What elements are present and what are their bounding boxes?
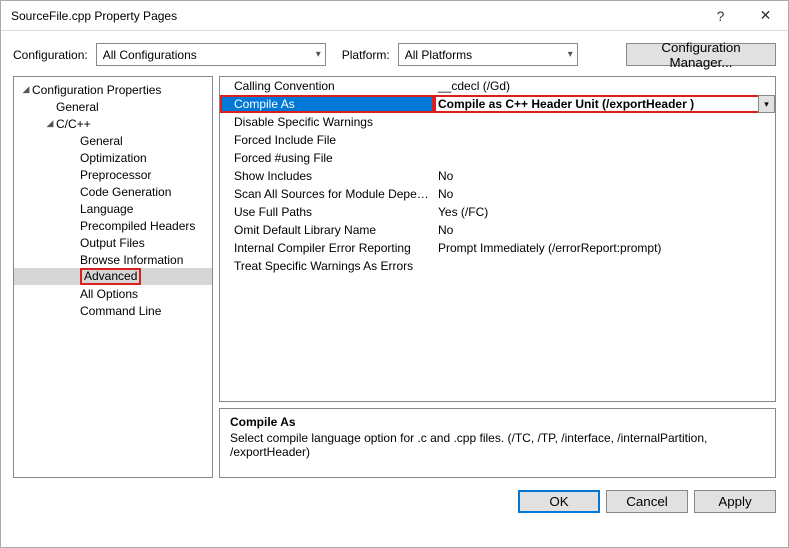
description-panel: Compile As Select compile language optio… bbox=[219, 408, 776, 478]
property-value[interactable]: No bbox=[434, 187, 775, 201]
tree-item[interactable]: Language bbox=[14, 200, 212, 217]
close-icon: ✕ bbox=[760, 7, 772, 24]
tree-item[interactable]: ◢C/C++ bbox=[14, 115, 212, 132]
chevron-down-icon: ▾ bbox=[764, 99, 769, 110]
property-grid[interactable]: Calling Convention__cdecl (/Gd)Compile A… bbox=[219, 76, 776, 402]
close-button[interactable]: ✕ bbox=[743, 1, 788, 31]
help-button[interactable]: ? bbox=[698, 1, 743, 31]
platform-value: All Platforms bbox=[405, 48, 472, 62]
property-row[interactable]: Disable Specific Warnings bbox=[220, 113, 775, 131]
property-value[interactable]: Compile as C++ Header Unit (/exportHeade… bbox=[434, 95, 775, 113]
property-row[interactable]: Show IncludesNo bbox=[220, 167, 775, 185]
property-row[interactable]: Scan All Sources for Module Dependencies… bbox=[220, 185, 775, 203]
window-title: SourceFile.cpp Property Pages bbox=[11, 9, 177, 23]
tree-item[interactable]: Output Files bbox=[14, 234, 212, 251]
tree-item[interactable]: Code Generation bbox=[14, 183, 212, 200]
property-label: Show Includes bbox=[220, 169, 434, 183]
platform-label: Platform: bbox=[342, 48, 390, 62]
property-row[interactable]: Omit Default Library NameNo bbox=[220, 221, 775, 239]
apply-button[interactable]: Apply bbox=[694, 490, 776, 513]
description-body: Select compile language option for .c an… bbox=[230, 431, 765, 459]
tree-item-label: Preprocessor bbox=[80, 168, 151, 182]
collapse-icon[interactable]: ◢ bbox=[20, 84, 32, 95]
tree-item[interactable]: Browse Information bbox=[14, 251, 212, 268]
dropdown-button[interactable]: ▾ bbox=[758, 95, 775, 113]
property-value[interactable]: No bbox=[434, 169, 775, 183]
chevron-down-icon: ▾ bbox=[564, 49, 573, 60]
tree-item[interactable]: General bbox=[14, 132, 212, 149]
tree-item-label: Output Files bbox=[80, 236, 145, 250]
tree-item-label: Language bbox=[80, 202, 133, 216]
chevron-down-icon: ▾ bbox=[312, 49, 321, 60]
tree-item[interactable]: Optimization bbox=[14, 149, 212, 166]
configuration-dropdown[interactable]: All Configurations ▾ bbox=[96, 43, 326, 66]
tree-panel[interactable]: ◢ Configuration Properties General◢C/C++… bbox=[13, 76, 213, 478]
tree-root-label: Configuration Properties bbox=[32, 83, 161, 97]
tree-item-label: Code Generation bbox=[80, 185, 171, 199]
description-title: Compile As bbox=[230, 415, 765, 429]
config-bar: Configuration: All Configurations ▾ Plat… bbox=[13, 43, 776, 66]
titlebar: SourceFile.cpp Property Pages ? ✕ bbox=[1, 1, 788, 31]
cancel-button[interactable]: Cancel bbox=[606, 490, 688, 513]
property-row[interactable]: Treat Specific Warnings As Errors bbox=[220, 257, 775, 275]
tree-item-label: Advanced bbox=[80, 268, 141, 285]
property-label: Forced #using File bbox=[220, 151, 434, 165]
tree-item-label: Precompiled Headers bbox=[80, 219, 195, 233]
property-row[interactable]: Calling Convention__cdecl (/Gd) bbox=[220, 77, 775, 95]
configuration-manager-button[interactable]: Configuration Manager... bbox=[626, 43, 776, 66]
tree-item[interactable]: Precompiled Headers bbox=[14, 217, 212, 234]
property-value[interactable]: __cdecl (/Gd) bbox=[434, 79, 775, 93]
ok-button[interactable]: OK bbox=[518, 490, 600, 513]
property-value[interactable]: Prompt Immediately (/errorReport:prompt) bbox=[434, 241, 775, 255]
property-row[interactable]: Forced #using File bbox=[220, 149, 775, 167]
property-label: Use Full Paths bbox=[220, 205, 434, 219]
property-label: Scan All Sources for Module Dependencies bbox=[220, 187, 434, 201]
configuration-value: All Configurations bbox=[103, 48, 197, 62]
tree-item[interactable]: Command Line bbox=[14, 302, 212, 319]
tree-item-label: All Options bbox=[80, 287, 138, 301]
tree-item[interactable]: General bbox=[14, 98, 212, 115]
property-label: Treat Specific Warnings As Errors bbox=[220, 259, 434, 273]
tree-item-label: C/C++ bbox=[56, 117, 91, 131]
property-row[interactable]: Compile AsCompile as C++ Header Unit (/e… bbox=[220, 95, 775, 113]
property-label: Omit Default Library Name bbox=[220, 223, 434, 237]
footer: OK Cancel Apply bbox=[13, 490, 776, 513]
collapse-icon[interactable]: ◢ bbox=[44, 118, 56, 129]
tree-item[interactable]: Preprocessor bbox=[14, 166, 212, 183]
configuration-label: Configuration: bbox=[13, 48, 88, 62]
tree-item-label: General bbox=[80, 134, 123, 148]
property-row[interactable]: Forced Include File bbox=[220, 131, 775, 149]
property-label: Calling Convention bbox=[220, 79, 434, 93]
property-label: Internal Compiler Error Reporting bbox=[220, 241, 434, 255]
property-label: Disable Specific Warnings bbox=[220, 115, 434, 129]
property-label: Forced Include File bbox=[220, 133, 434, 147]
property-row[interactable]: Internal Compiler Error ReportingPrompt … bbox=[220, 239, 775, 257]
tree-item-label: Command Line bbox=[80, 304, 161, 318]
tree-item[interactable]: Advanced bbox=[14, 268, 212, 285]
tree-item-label: General bbox=[56, 100, 99, 114]
tree-item[interactable]: All Options bbox=[14, 285, 212, 302]
property-value[interactable]: No bbox=[434, 223, 775, 237]
property-row[interactable]: Use Full PathsYes (/FC) bbox=[220, 203, 775, 221]
property-label: Compile As bbox=[220, 95, 434, 113]
property-value[interactable]: Yes (/FC) bbox=[434, 205, 775, 219]
platform-dropdown[interactable]: All Platforms ▾ bbox=[398, 43, 578, 66]
tree-root[interactable]: ◢ Configuration Properties bbox=[14, 81, 212, 98]
tree-item-label: Optimization bbox=[80, 151, 147, 165]
tree-item-label: Browse Information bbox=[80, 253, 183, 267]
